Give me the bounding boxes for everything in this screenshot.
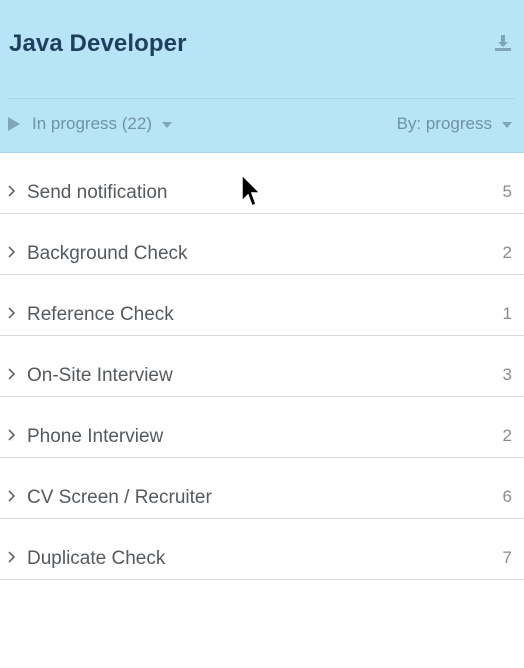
stage-count: 3 [502, 365, 512, 384]
play-icon [8, 117, 20, 131]
chevron-right-icon [8, 551, 16, 563]
stage-row-cv-screen-recruiter[interactable]: CV Screen / Recruiter 6 [0, 458, 524, 519]
sort-label: By: progress [396, 114, 492, 133]
status-filter-label: In progress (22) [32, 114, 152, 133]
sort-dropdown[interactable]: By: progress [397, 113, 512, 135]
stage-label: Send notification [27, 182, 168, 203]
stage-label: Reference Check [27, 304, 174, 325]
stage-row-reference-check[interactable]: Reference Check 1 [0, 275, 524, 336]
stage-count: 2 [502, 243, 512, 262]
stage-label: CV Screen / Recruiter [27, 487, 212, 508]
chevron-right-icon [8, 307, 16, 319]
stage-count: 1 [502, 304, 512, 323]
stage-row-phone-interview[interactable]: Phone Interview 2 [0, 397, 524, 458]
chevron-right-icon [8, 185, 16, 197]
stage-list: Send notification 5 Background Check 2 R… [0, 153, 524, 580]
pipeline-header: Java Developer In progress (22) By: prog… [0, 0, 524, 153]
download-button[interactable] [492, 32, 514, 54]
stage-row-duplicate-check[interactable]: Duplicate Check 7 [0, 519, 524, 580]
chevron-right-icon [8, 368, 16, 380]
stage-count: 2 [502, 426, 512, 445]
header-divider [8, 98, 514, 99]
download-icon [495, 35, 511, 51]
chevron-right-icon [8, 429, 16, 441]
chevron-right-icon [8, 246, 16, 258]
stage-label: Phone Interview [27, 426, 164, 447]
stage-row-send-notification[interactable]: Send notification 5 [0, 153, 524, 214]
page-title: Java Developer [9, 30, 187, 57]
stage-count: 7 [502, 548, 512, 567]
status-filter-dropdown[interactable]: In progress (22) [8, 113, 172, 135]
chevron-right-icon [8, 490, 16, 502]
caret-down-icon [162, 122, 172, 128]
stage-label: Duplicate Check [27, 548, 166, 569]
stage-row-on-site-interview[interactable]: On-Site Interview 3 [0, 336, 524, 397]
caret-down-icon [502, 122, 512, 128]
stage-count: 6 [502, 487, 512, 506]
stage-label: Background Check [27, 243, 188, 264]
stage-label: On-Site Interview [27, 365, 173, 386]
stage-count: 5 [502, 182, 512, 201]
stage-row-background-check[interactable]: Background Check 2 [0, 214, 524, 275]
